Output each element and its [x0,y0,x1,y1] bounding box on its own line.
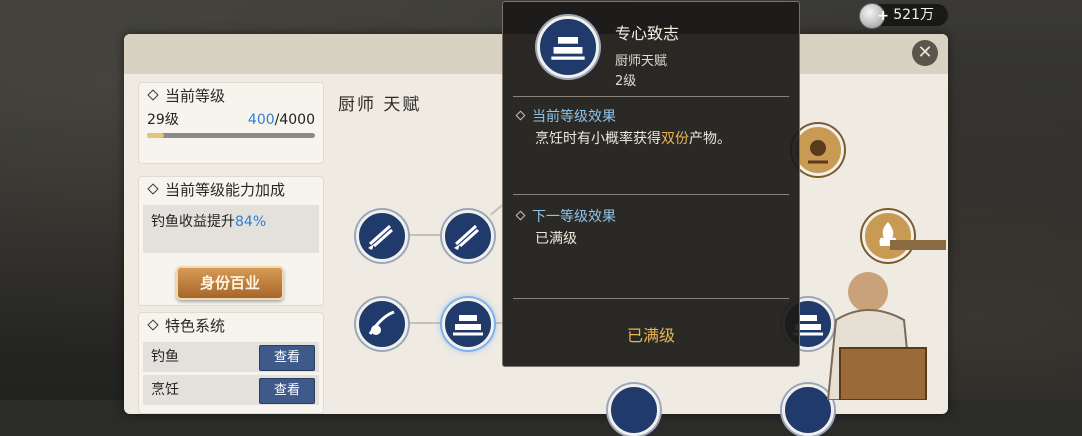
diamond-icon [515,210,526,221]
add-currency-icon[interactable]: + [877,9,889,23]
divider [513,194,789,195]
current-level: 29级 [147,112,179,128]
fishing-rod-icon [368,310,395,335]
currency-display: + 521万 [859,3,948,29]
node-link [404,234,442,236]
exp-readout: 400/4000 [248,109,315,131]
exp-current: 400 [247,112,275,128]
fish-icon [368,224,393,250]
talent-node-focus-selected[interactable] [442,298,494,350]
diamond-icon [515,110,526,121]
identity-button[interactable]: 身份百业 [176,266,284,300]
currency-amount: 521万 [893,7,934,23]
max-level-label: 已满级 [626,326,675,345]
node-link [404,322,442,324]
bonus-box: 钓鱼收益提升84% [143,205,319,253]
talent-tree-title: 厨师 天赋 [338,95,422,115]
talent-tooltip: 专心致志 厨师天赋 2级 当前等级效果 烹饪时有小概率获得双份产物。 下一等级效… [502,1,800,367]
next-effect-title: 下一等级效果 [515,206,616,226]
tooltip-talent-level: 2级 [615,74,637,89]
level-card: 当前等级 29级 400/4000 [138,82,324,164]
diamond-icon [147,89,159,101]
level-card-title: 当前等级 [139,83,323,109]
next-effect-text: 已满级 [535,231,577,247]
feature-card: 特色系统 钓鱼 查看 烹饪 查看 [138,312,324,414]
view-cooking-button[interactable]: 查看 [259,378,315,404]
diamond-icon [147,183,159,195]
feature-row-cooking: 烹饪 查看 [143,375,319,405]
close-button[interactable]: ✕ [912,40,938,66]
effect-highlight: 双份 [661,131,689,147]
tooltip-talent-icon [537,16,599,78]
level-row: 29级 400/4000 [139,109,323,131]
fish-icon [454,224,479,250]
exp-progress-fill [147,133,164,138]
current-effect-title: 当前等级效果 [515,106,616,126]
exp-max: 4000 [279,112,315,128]
divider [513,298,789,299]
bonus-label: 钓鱼收益提升 [151,214,235,230]
exp-progress-bar [147,133,315,138]
tooltip-talent-name: 专心致志 [615,24,680,43]
feature-card-title: 特色系统 [139,313,323,339]
dish-tray-icon [551,37,585,60]
feature-row-fishing: 钓鱼 查看 [143,342,319,372]
diamond-icon [147,319,159,331]
current-effect-text: 烹饪时有小概率获得双份产物。 [535,131,731,147]
chef-badge-icon [808,140,828,164]
bonus-card-title: 当前等级能力加成 [139,177,323,203]
talent-node-fish-2[interactable] [442,210,494,262]
divider [513,96,789,97]
talent-node-bottom-1[interactable] [608,384,660,436]
chef-character-illustration [826,240,946,400]
bonus-value: 84% [235,214,267,230]
view-fishing-button[interactable]: 查看 [259,345,315,371]
feature-name: 烹饪 [151,382,179,398]
feature-name: 钓鱼 [151,349,179,365]
tooltip-talent-type: 厨师天赋 [615,54,668,69]
dish-tray-icon [453,315,483,336]
talent-node-fishing-rod[interactable] [356,298,408,350]
talent-node-fish-1[interactable] [356,210,408,262]
